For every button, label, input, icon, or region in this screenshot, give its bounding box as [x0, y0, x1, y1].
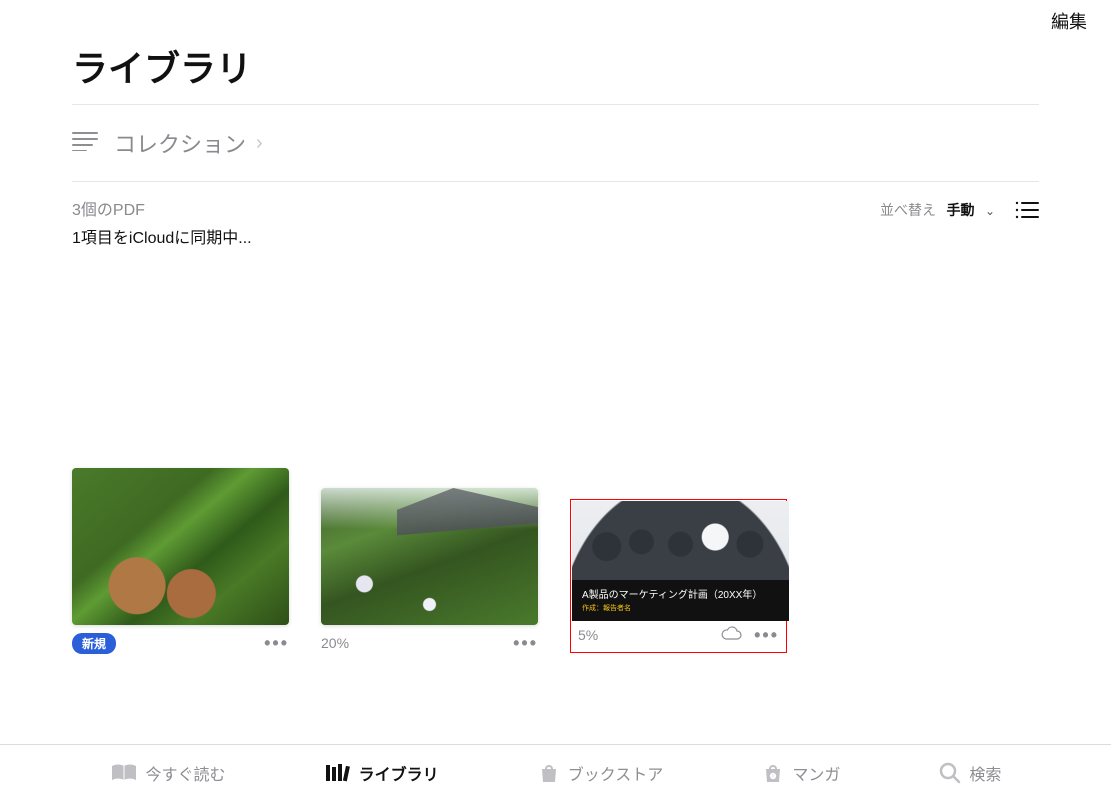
- tab-library[interactable]: ライブラリ: [325, 761, 439, 785]
- progress-label: 20%: [321, 635, 349, 651]
- list-view-button[interactable]: [1015, 201, 1039, 219]
- tab-label: ライブラリ: [359, 761, 439, 785]
- item-thumbnail: [72, 468, 289, 625]
- sync-status: 1項目をiCloudに同期中...: [72, 224, 252, 248]
- more-button[interactable]: •••: [754, 631, 779, 639]
- chevron-down-icon: ⌄: [985, 204, 995, 218]
- item-thumbnail: A製品のマーケティング計画（20XX年） 作成：報告者名: [572, 501, 789, 621]
- tab-read-now[interactable]: 今すぐ読む: [110, 761, 226, 785]
- library-item[interactable]: 20% •••: [321, 468, 538, 653]
- tab-manga[interactable]: ! マンガ: [762, 761, 840, 785]
- library-item[interactable]: 新規 •••: [72, 468, 289, 653]
- more-button[interactable]: •••: [513, 639, 538, 647]
- tab-label: 今すぐ読む: [146, 761, 226, 785]
- items-grid: 新規 ••• 20% ••• A製品のマーケティング計画（20XX年） 作成：報…: [72, 468, 1039, 653]
- item-count: 3個のPDF: [72, 196, 252, 220]
- menu-icon: [72, 131, 98, 156]
- item-thumbnail: [321, 488, 538, 625]
- page-title: ライブラリ: [72, 40, 1039, 92]
- sort-label: 並べ替え: [880, 202, 936, 218]
- chevron-right-icon: ›: [256, 132, 263, 155]
- tab-bar: 今すぐ読む ライブラリ ブックストア ! マンガ 検索: [0, 744, 1111, 800]
- more-button[interactable]: •••: [264, 639, 289, 647]
- collections-button[interactable]: コレクション ›: [72, 111, 1039, 175]
- overlay-title: A製品のマーケティング計画（20XX年）: [582, 586, 779, 601]
- progress-label: 5%: [578, 627, 598, 643]
- tab-bookstore[interactable]: ブックストア: [538, 761, 664, 785]
- tab-label: 検索: [969, 761, 1001, 785]
- sort-button[interactable]: 並べ替え 手動 ⌄: [880, 200, 995, 220]
- edit-button[interactable]: 編集: [1051, 8, 1087, 34]
- tab-label: ブックストア: [568, 761, 664, 785]
- tab-label: マンガ: [792, 761, 840, 785]
- library-item-selected[interactable]: A製品のマーケティング計画（20XX年） 作成：報告者名 5% •••: [570, 499, 787, 653]
- sort-value: 手動: [946, 202, 974, 218]
- divider: [72, 104, 1039, 105]
- new-badge: 新規: [72, 633, 116, 654]
- svg-text:!: !: [773, 774, 774, 780]
- tab-search[interactable]: 検索: [939, 761, 1001, 785]
- divider: [72, 181, 1039, 182]
- cloud-icon: [720, 626, 742, 645]
- collections-label: コレクション: [114, 127, 246, 159]
- overlay-subtitle: 作成：報告者名: [582, 603, 779, 613]
